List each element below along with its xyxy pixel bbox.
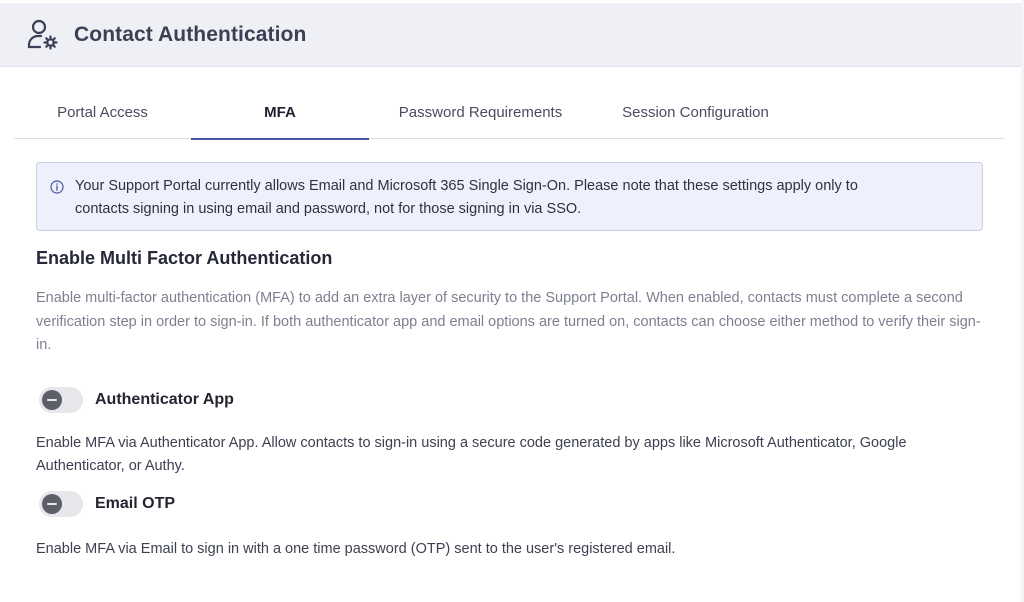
info-icon [50,180,64,194]
section-description: Enable multi-factor authentication (MFA)… [36,290,981,353]
email-otp-row: Email OTP [39,491,175,517]
toggle-knob [42,390,62,410]
tab-bar: Portal Access MFA Password Requirements … [14,86,1004,140]
section-title: Enable Multi Factor Authentication [36,248,333,268]
email-otp-label: Email OTP [95,495,176,512]
tab-password-requirements[interactable]: Password Requirements [369,86,592,139]
email-otp-toggle[interactable] [39,491,83,517]
user-settings-icon [26,18,60,52]
info-text-line-2: contacts signing in using email and pass… [75,201,582,217]
email-otp-description: Enable MFA via Email to sign in with a o… [36,541,676,557]
authenticator-app-description: Enable MFA via Authenticator App. Allow … [36,435,907,474]
authenticator-app-label: Authenticator App [95,391,234,408]
page-title: Contact Authentication [74,22,307,46]
info-text-line-1: Your Support Portal currently allows Ema… [75,178,858,194]
tab-session-configuration[interactable]: Session Configuration [592,86,799,139]
authenticator-app-row: Authenticator App [39,387,234,413]
tab-portal-access[interactable]: Portal Access [14,86,191,139]
authenticator-app-toggle[interactable] [39,387,83,413]
page-header: Contact Authentication [0,3,1021,67]
toggle-knob [42,494,62,514]
sso-info-banner: Your Support Portal currently allows Ema… [36,162,983,231]
tab-mfa[interactable]: MFA [191,86,369,140]
